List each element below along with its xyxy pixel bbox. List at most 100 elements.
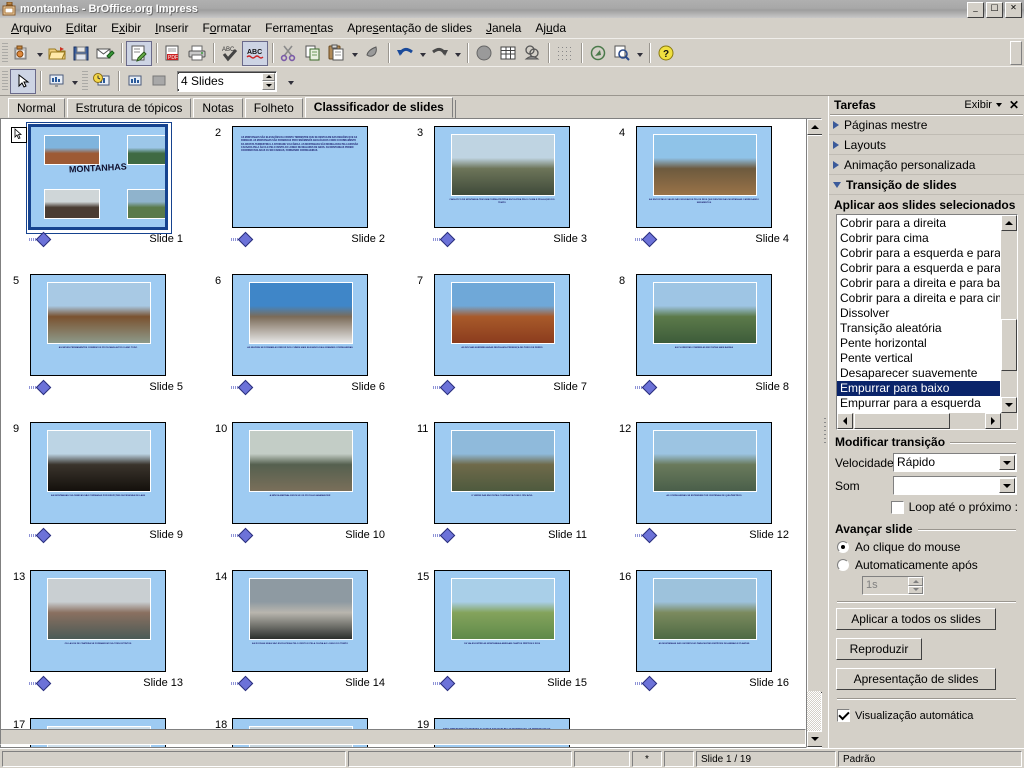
- redo-icon[interactable]: [428, 42, 452, 65]
- advance-auto-row[interactable]: Automaticamente após: [829, 556, 1024, 574]
- transition-indicator-icon[interactable]: [29, 379, 52, 396]
- copy-icon[interactable]: [301, 42, 325, 65]
- print-document-icon[interactable]: [185, 42, 209, 65]
- tab-notas[interactable]: Notas: [193, 98, 243, 118]
- slide-preview[interactable]: AS ROCHAS AVERMELHADAS REVELAM A PRESENÇ…: [434, 274, 570, 376]
- open-document-icon[interactable]: [45, 42, 69, 65]
- slide-thumbnail-3[interactable]: 3 CADA PICO DE MONTANHA TEM UMA FORMA PRÓ…: [405, 123, 607, 271]
- slide-preview[interactable]: AS ENCOSTAS E VALES SÃO MOLDADOS PELOS R…: [636, 126, 772, 228]
- toolbar-grip[interactable]: [2, 43, 8, 63]
- scroll-down-icon[interactable]: [807, 731, 823, 747]
- chart-icon[interactable]: [472, 42, 496, 65]
- slide-show-icon[interactable]: [45, 70, 69, 93]
- slide-preview[interactable]: AS ROCHAS NUAS SÃO ESCULPIDAS PELO VENTO…: [232, 570, 368, 672]
- slide-thumbnail-5[interactable]: 5 AS NEVES PERMANENTES COBREM OS PICOS MA…: [1, 271, 203, 419]
- email-document-icon[interactable]: [93, 42, 117, 65]
- advance-auto-delay-field[interactable]: 1s: [862, 576, 924, 595]
- new-document-dropdown-icon[interactable]: [34, 42, 45, 64]
- navigator-icon[interactable]: [586, 42, 610, 65]
- zoom-dropdown-icon[interactable]: [634, 42, 645, 64]
- slide-toolbar-overflow-icon[interactable]: [285, 70, 296, 92]
- tasks-view-label[interactable]: Exibir: [964, 99, 992, 111]
- chevron-down-icon[interactable]: [999, 478, 1015, 493]
- scrollbar-thumb[interactable]: [807, 135, 823, 693]
- transition-indicator-icon[interactable]: [433, 231, 456, 248]
- scrollbar-thumb[interactable]: [854, 413, 950, 429]
- splitter-grip[interactable]: [824, 418, 826, 444]
- slide-preview[interactable]: O VERDE DAS ENCOSTAS CONTRASTA COM O CÉU…: [434, 422, 570, 524]
- transition-item[interactable]: Dissolver: [837, 306, 1000, 321]
- scrollbar-thumb[interactable]: [1001, 319, 1017, 371]
- slide-thumbnail-7[interactable]: 7 AS ROCHAS AVERMELHADAS REVELAM A PRESEN…: [405, 271, 607, 419]
- undo-icon[interactable]: [393, 42, 417, 65]
- transition-indicator-icon[interactable]: [433, 379, 456, 396]
- spinner-up-icon[interactable]: [262, 72, 275, 81]
- autospellcheck-icon[interactable]: ABC: [242, 40, 268, 66]
- accordion-animacao-personalizada[interactable]: Animação personalizada: [829, 155, 1024, 175]
- accordion-transicao-de-slides[interactable]: Transição de slides: [829, 175, 1024, 195]
- sound-combobox[interactable]: [893, 476, 1017, 495]
- spinner-up-icon[interactable]: [908, 577, 923, 586]
- transition-indicator-icon[interactable]: [231, 379, 254, 396]
- chevron-down-icon[interactable]: [999, 455, 1015, 470]
- slide-preview[interactable]: AS NEVES PERMANENTES COBREM OS PICOS MAI…: [30, 274, 166, 376]
- menu-arquivo[interactable]: Arquivo: [4, 19, 59, 37]
- transition-item[interactable]: Pente horizontal: [837, 336, 1000, 351]
- status-slide-position[interactable]: Slide 1 / 19: [696, 750, 836, 767]
- transition-item[interactable]: Cobrir para a direita e para baixo: [837, 276, 1000, 291]
- export-pdf-icon[interactable]: PDF: [161, 42, 185, 65]
- slide-thumbnail-10[interactable]: 10 A NÉVOA MATINAL ENVOLVE OS PICOS AO AM…: [203, 419, 405, 567]
- transition-item[interactable]: Empurrar para a esquerda: [837, 396, 1000, 411]
- menu-ajuda[interactable]: Ajuda: [528, 19, 573, 37]
- transition-item-selected[interactable]: Empurrar para baixo: [837, 381, 1000, 396]
- transition-indicator-icon[interactable]: [231, 231, 254, 248]
- slide-thumbnail-14[interactable]: 14 AS ROCHAS NUAS SÃO ESCULPIDAS PELO VEN…: [203, 567, 405, 715]
- transition-indicator-icon[interactable]: [433, 675, 456, 692]
- slide-show-dropdown-icon[interactable]: [69, 70, 80, 92]
- slides-per-row-input[interactable]: [178, 73, 262, 89]
- transition-item[interactable]: Cobrir para cima: [837, 231, 1000, 246]
- transition-item[interactable]: Cobrir para a direita e para cima: [837, 291, 1000, 306]
- new-document-icon[interactable]: [10, 42, 34, 65]
- slide-sorter-vertical-scrollbar[interactable]: [806, 118, 823, 748]
- status-master-page[interactable]: Padrão: [838, 750, 1022, 767]
- gallery-icon[interactable]: [520, 42, 544, 65]
- accordion-paginas-mestre[interactable]: Páginas mestre: [829, 115, 1024, 135]
- help-icon[interactable]: ?: [654, 42, 678, 65]
- transition-list-vertical-scrollbar[interactable]: [1001, 215, 1017, 413]
- slide-sorter-pane[interactable]: 1MONTANHASSlide 12AS MONTANHAS SÃO ELEVA…: [0, 118, 828, 748]
- transition-indicator-icon[interactable]: [635, 379, 658, 396]
- scroll-up-icon[interactable]: [807, 119, 823, 135]
- advance-auto-radio[interactable]: [837, 559, 849, 571]
- menu-inserir[interactable]: Inserir: [148, 19, 195, 37]
- menu-editar[interactable]: Editar: [59, 19, 104, 37]
- scroll-down-icon[interactable]: [1001, 397, 1017, 413]
- advance-on-click-radio[interactable]: [837, 541, 849, 553]
- paste-dropdown-icon[interactable]: [349, 42, 360, 64]
- table-icon[interactable]: [496, 42, 520, 65]
- transition-indicator-icon[interactable]: [433, 527, 456, 544]
- transition-indicator-icon[interactable]: [29, 527, 52, 544]
- apply-to-all-slides-button[interactable]: Aplicar a todos os slides: [836, 608, 996, 630]
- slide-thumbnail-4[interactable]: 4 AS ENCOSTAS E VALES SÃO MOLDADOS PELOS …: [607, 123, 809, 271]
- select-arrow-icon[interactable]: [10, 68, 36, 94]
- loop-row[interactable]: Loop até o próximo :: [829, 497, 1024, 517]
- paste-icon[interactable]: [325, 42, 349, 65]
- slide-preview[interactable]: OS LAGOS DE CRATERA SE FORMAM EM VULCÕES…: [30, 570, 166, 672]
- menu-ferramentas[interactable]: Ferramentas: [258, 19, 340, 37]
- slide-thumbnail-11[interactable]: 11 O VERDE DAS ENCOSTAS CONTRASTA COM O C…: [405, 419, 607, 567]
- transition-indicator-icon[interactable]: [635, 231, 658, 248]
- slideshow-button[interactable]: Apresentação de slides: [836, 668, 996, 690]
- tab-normal[interactable]: Normal: [8, 98, 65, 118]
- menu-janela[interactable]: Janela: [479, 19, 528, 37]
- slide-preview[interactable]: A NÉVOA MATINAL ENVOLVE OS PICOS AO AMAN…: [232, 422, 368, 524]
- save-document-icon[interactable]: [69, 42, 93, 65]
- slide-thumbnail-16[interactable]: 16 AS MONTANHAS SÃO UM REFUGIO PARA MUITA…: [607, 567, 809, 715]
- transition-indicator-icon[interactable]: [29, 675, 52, 692]
- spellcheck-icon[interactable]: ABC: [218, 42, 242, 65]
- slide-sorter-horizontal-scrollbar[interactable]: [0, 729, 806, 745]
- slide-thumbnail-6[interactable]: 6 AS NUVENS SE FORMAM AO REDOR DOS CUMES …: [203, 271, 405, 419]
- speed-combobox[interactable]: Rápido: [893, 453, 1017, 472]
- zoom-icon[interactable]: [610, 42, 634, 65]
- autopreview-checkbox[interactable]: [837, 709, 850, 722]
